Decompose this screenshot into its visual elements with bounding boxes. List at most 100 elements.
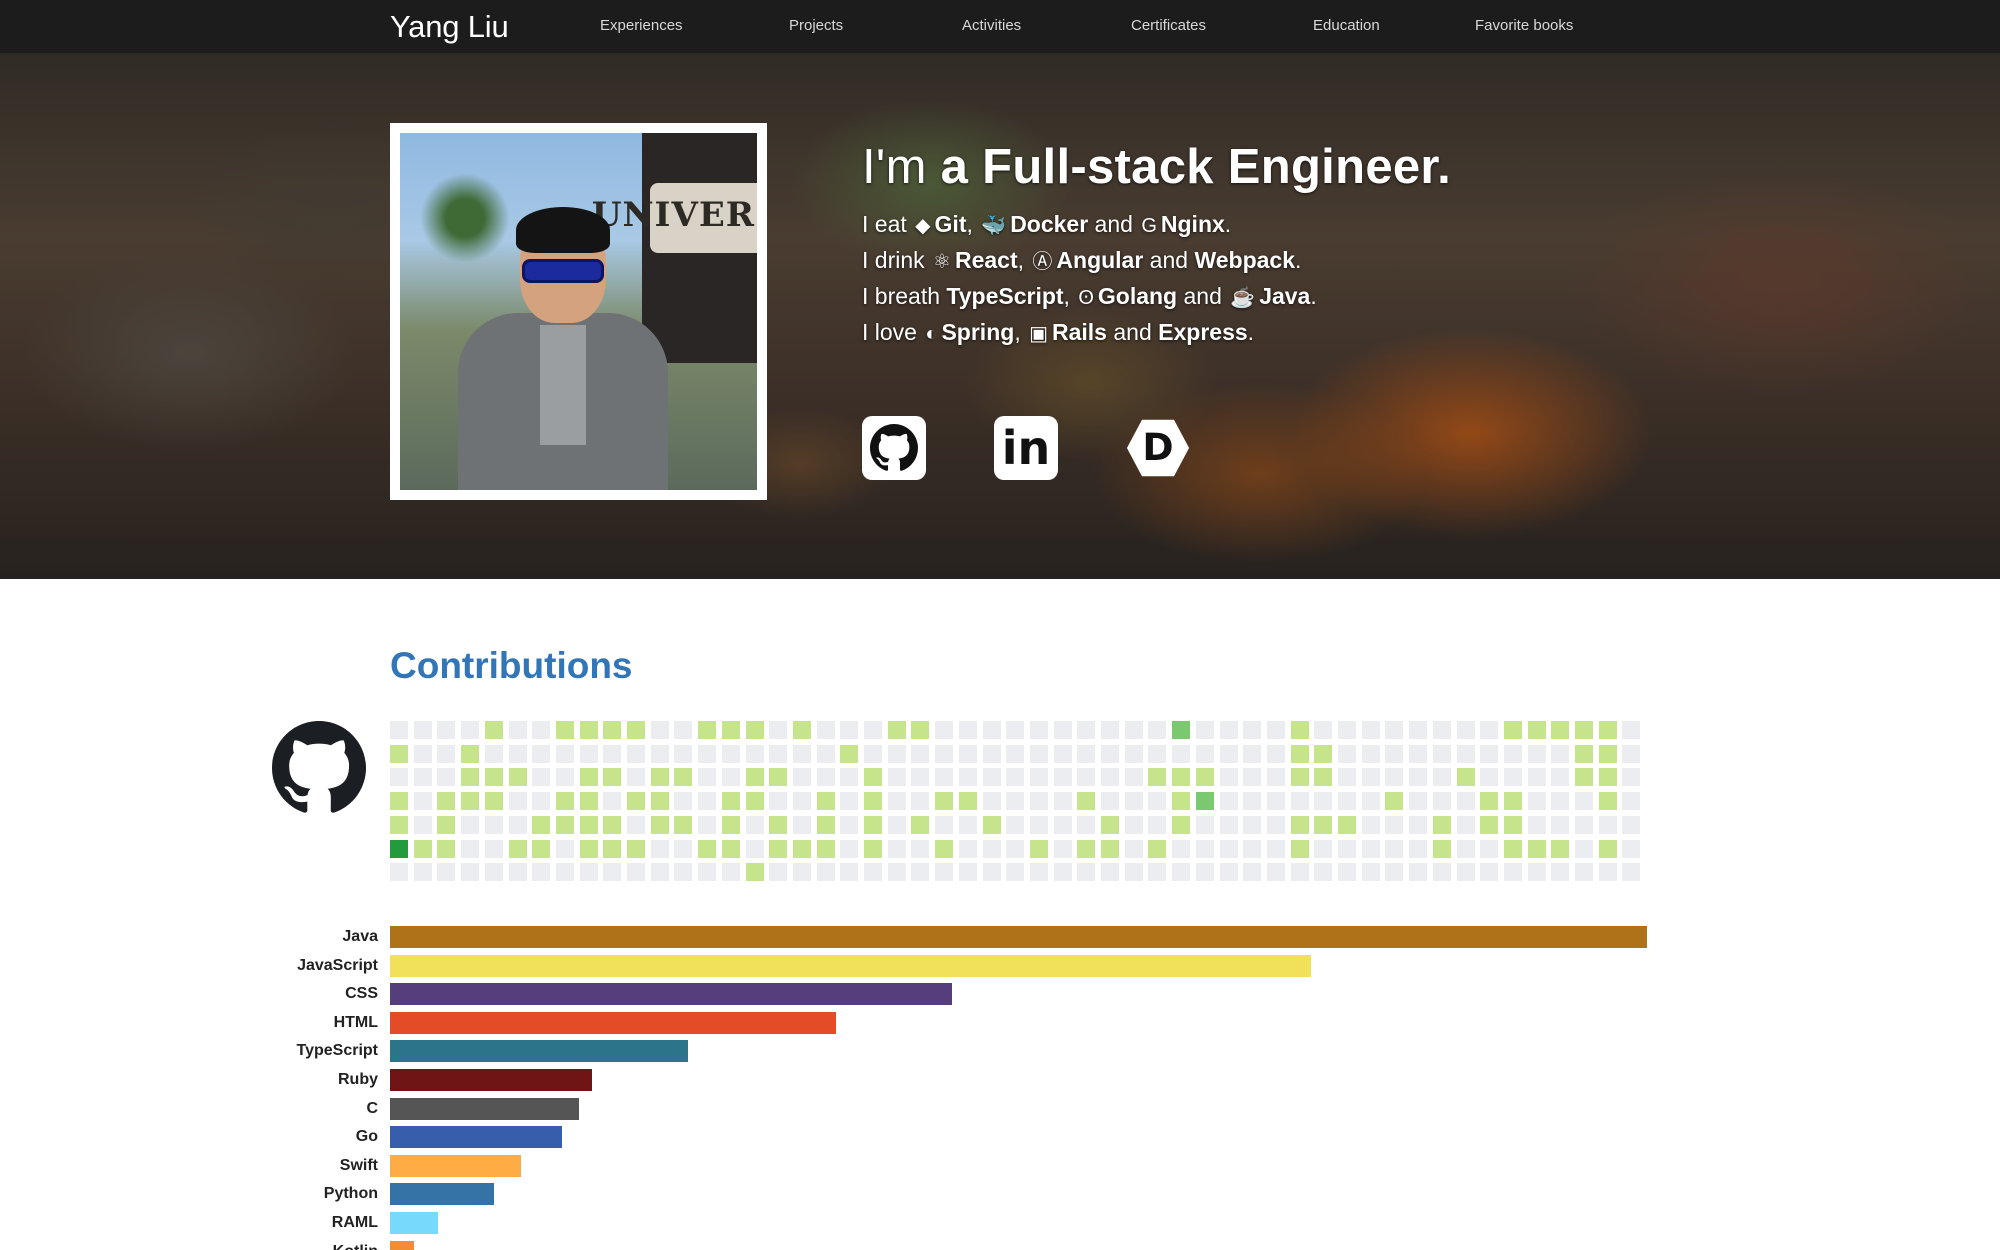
nav-link-education[interactable]: Education xyxy=(1313,17,1380,34)
contribution-day[interactable] xyxy=(1172,815,1191,834)
contribution-day[interactable] xyxy=(1551,744,1570,763)
contribution-day[interactable] xyxy=(532,721,551,739)
contribution-day[interactable] xyxy=(1077,721,1096,739)
contribution-day[interactable] xyxy=(1243,768,1262,787)
contribution-day[interactable] xyxy=(1622,863,1641,882)
contribution-day[interactable] xyxy=(484,721,503,739)
contribution-day[interactable] xyxy=(413,744,432,763)
contribution-day[interactable] xyxy=(1480,815,1499,834)
contribution-day[interactable] xyxy=(1195,768,1214,787)
contribution-day[interactable] xyxy=(958,815,977,834)
contribution-day[interactable] xyxy=(1148,768,1167,787)
contribution-day[interactable] xyxy=(674,839,693,858)
contribution-day[interactable] xyxy=(1622,792,1641,811)
contribution-day[interactable] xyxy=(1432,839,1451,858)
contribution-day[interactable] xyxy=(1195,839,1214,858)
contribution-day[interactable] xyxy=(769,792,788,811)
contribution-day[interactable] xyxy=(1409,863,1428,882)
contribution-day[interactable] xyxy=(1503,839,1522,858)
contribution-day[interactable] xyxy=(816,744,835,763)
contribution-day[interactable] xyxy=(437,721,456,739)
contribution-day[interactable] xyxy=(1456,792,1475,811)
contribution-day[interactable] xyxy=(1575,792,1593,811)
contribution-day[interactable] xyxy=(413,721,432,739)
contribution-day[interactable] xyxy=(1290,792,1309,811)
contribution-day[interactable] xyxy=(911,768,930,787)
contribution-day[interactable] xyxy=(532,839,551,858)
contribution-day[interactable] xyxy=(674,721,693,739)
contribution-day[interactable] xyxy=(1101,863,1119,882)
contribution-day[interactable] xyxy=(1243,721,1262,739)
contribution-day[interactable] xyxy=(1266,721,1285,739)
contribution-day[interactable] xyxy=(1480,721,1499,739)
contribution-day[interactable] xyxy=(1456,744,1475,763)
contribution-day[interactable] xyxy=(1243,792,1262,811)
contribution-day[interactable] xyxy=(484,744,503,763)
contribution-day[interactable] xyxy=(1575,839,1593,858)
contribution-day[interactable] xyxy=(1290,863,1309,882)
contribution-day[interactable] xyxy=(816,792,835,811)
contribution-day[interactable] xyxy=(650,815,669,834)
contribution-day[interactable] xyxy=(887,792,906,811)
contribution-day[interactable] xyxy=(887,744,906,763)
contribution-day[interactable] xyxy=(437,768,456,787)
contribution-day[interactable] xyxy=(792,721,811,739)
contribution-day[interactable] xyxy=(1219,792,1238,811)
contribution-day[interactable] xyxy=(508,721,527,739)
contribution-day[interactable] xyxy=(1622,815,1641,834)
contribution-day[interactable] xyxy=(603,768,622,787)
contribution-day[interactable] xyxy=(911,839,930,858)
nav-link-favorite-books[interactable]: Favorite books xyxy=(1475,17,1573,34)
contribution-day[interactable] xyxy=(579,744,598,763)
contribution-day[interactable] xyxy=(1361,768,1380,787)
contribution-day[interactable] xyxy=(1314,863,1333,882)
contribution-day[interactable] xyxy=(982,768,1001,787)
contribution-day[interactable] xyxy=(1124,863,1143,882)
contribution-day[interactable] xyxy=(1480,744,1499,763)
contribution-day[interactable] xyxy=(579,792,598,811)
contribution-day[interactable] xyxy=(935,744,954,763)
contribution-day[interactable] xyxy=(1101,815,1119,834)
contribution-day[interactable] xyxy=(1053,744,1072,763)
contribution-day[interactable] xyxy=(1432,721,1451,739)
contribution-day[interactable] xyxy=(627,721,645,739)
contribution-day[interactable] xyxy=(1124,768,1143,787)
contribution-day[interactable] xyxy=(1575,863,1593,882)
contribution-day[interactable] xyxy=(1195,744,1214,763)
contribution-day[interactable] xyxy=(461,721,480,739)
contribution-day[interactable] xyxy=(1527,815,1546,834)
contribution-day[interactable] xyxy=(745,768,764,787)
contribution-day[interactable] xyxy=(792,792,811,811)
contribution-day[interactable] xyxy=(698,792,717,811)
contribution-day[interactable] xyxy=(982,792,1001,811)
contribution-day[interactable] xyxy=(650,863,669,882)
contribution-day[interactable] xyxy=(1195,863,1214,882)
contribution-day[interactable] xyxy=(1148,815,1167,834)
contribution-day[interactable] xyxy=(1219,768,1238,787)
contribution-day[interactable] xyxy=(1598,792,1617,811)
contribution-day[interactable] xyxy=(413,839,432,858)
contribution-day[interactable] xyxy=(1575,721,1593,739)
contribution-day[interactable] xyxy=(674,815,693,834)
contribution-day[interactable] xyxy=(1622,768,1641,787)
contribution-day[interactable] xyxy=(1598,863,1617,882)
contribution-day[interactable] xyxy=(1053,839,1072,858)
contribution-day[interactable] xyxy=(698,815,717,834)
contribution-day[interactable] xyxy=(792,768,811,787)
contribution-day[interactable] xyxy=(1172,744,1191,763)
contribution-day[interactable] xyxy=(1148,863,1167,882)
contribution-day[interactable] xyxy=(1243,863,1262,882)
contribution-day[interactable] xyxy=(484,768,503,787)
contribution-day[interactable] xyxy=(1101,721,1119,739)
contribution-day[interactable] xyxy=(864,744,882,763)
contribution-day[interactable] xyxy=(864,839,882,858)
contribution-day[interactable] xyxy=(1266,792,1285,811)
contribution-day[interactable] xyxy=(1077,815,1096,834)
contribution-day[interactable] xyxy=(982,815,1001,834)
contribution-day[interactable] xyxy=(1266,863,1285,882)
contribution-day[interactable] xyxy=(864,721,882,739)
contribution-day[interactable] xyxy=(935,721,954,739)
contribution-day[interactable] xyxy=(532,744,551,763)
contribution-day[interactable] xyxy=(603,863,622,882)
contribution-day[interactable] xyxy=(508,815,527,834)
